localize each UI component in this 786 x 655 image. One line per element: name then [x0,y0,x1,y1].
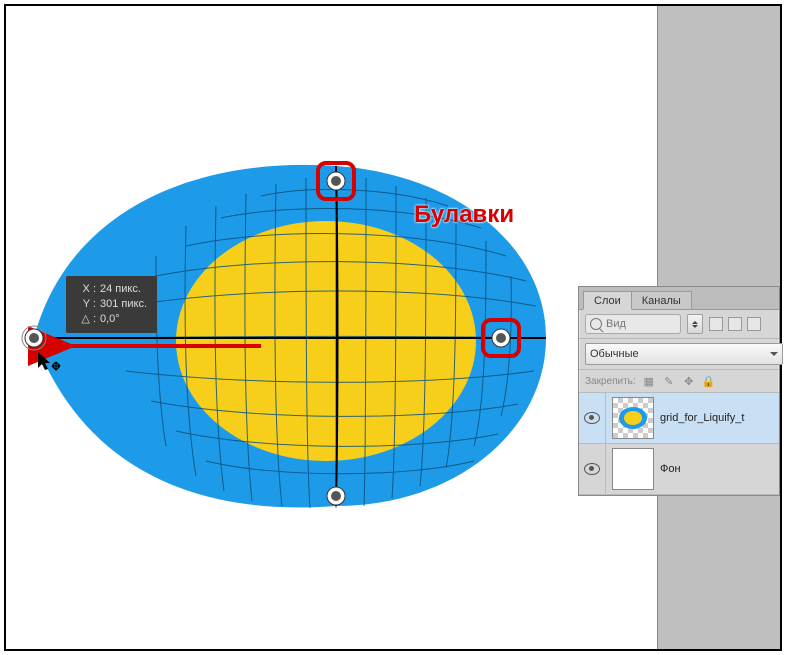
filter-type-icons [709,317,761,331]
filter-icon-3[interactable] [747,317,761,331]
layer-visibility-toggle[interactable] [579,444,606,494]
layer-thumbnail[interactable] [612,448,654,490]
layer-visibility-toggle[interactable] [579,393,606,443]
layer-item-grid[interactable]: grid_for_Liquify_t [579,393,779,444]
blend-mode-value: Обычные [590,348,639,360]
lock-position-icon[interactable]: ✥ [682,374,696,388]
coord-x-label: X : [74,282,96,297]
layer-filter-row: Вид [579,310,779,339]
coord-y-label: Y : [74,297,96,312]
search-icon [590,318,602,330]
transform-readout: X : 24 пикс. Y : 301 пикс. △ : 0,0° [66,276,157,333]
pin-bottom[interactable] [327,487,345,505]
callout-pins-label: Булавки [414,201,514,229]
lock-all-icon[interactable]: 🔒 [702,374,716,388]
tab-channels[interactable]: Каналы [631,291,692,309]
coord-y-value: 301 пикс. [100,297,147,312]
coord-x-value: 24 пикс. [100,282,141,297]
app-frame: Булавки X : 24 пикс. Y : 301 пикс. △ : 0… [4,4,782,651]
filter-icon-1[interactable] [709,317,723,331]
layer-name: grid_for_Liquify_t [660,412,744,424]
layers-panel: Слои Каналы Вид Обычные Закрепить: ▦ [578,286,780,496]
filter-dropdown-toggle[interactable] [687,314,703,334]
filter-icon-2[interactable] [728,317,742,331]
eye-icon [584,412,600,424]
tab-layers[interactable]: Слои [583,291,632,310]
layer-filter-field[interactable]: Вид [585,314,681,334]
pin-top[interactable] [327,172,345,190]
coord-angle-value: 0,0° [100,312,120,327]
eye-icon [584,463,600,475]
lock-label: Закрепить: [585,376,636,387]
lock-transparency-icon[interactable]: ▦ [642,374,656,388]
yellow-shape [176,221,476,461]
pin-left-active[interactable] [22,326,46,350]
layer-list: grid_for_Liquify_t Фон [579,393,779,495]
document-canvas[interactable]: Булавки X : 24 пикс. Y : 301 пикс. △ : 0… [6,6,658,649]
lock-row: Закрепить: ▦ ✎ ✥ 🔒 [579,370,779,393]
blend-mode-select[interactable]: Обычные [585,343,783,365]
pin-right[interactable] [492,329,510,347]
panel-tabs: Слои Каналы [579,287,779,310]
blend-mode-row: Обычные [579,339,779,370]
layer-name: Фон [660,463,681,475]
layer-item-background[interactable]: Фон [579,444,779,495]
layer-thumbnail[interactable] [612,397,654,439]
lock-pixels-icon[interactable]: ✎ [662,374,676,388]
layer-filter-placeholder: Вид [606,318,626,330]
coord-angle-label: △ : [74,312,96,327]
